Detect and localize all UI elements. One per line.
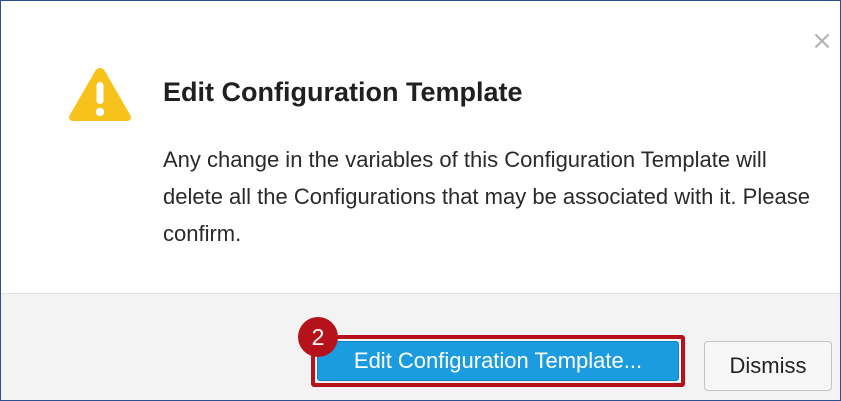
edit-configuration-template-button[interactable]: Edit Configuration Template...	[317, 341, 679, 381]
dialog-title: Edit Configuration Template	[163, 77, 523, 107]
warning-triangle-icon	[69, 68, 131, 121]
close-icon[interactable]: ×	[810, 28, 834, 54]
dialog-message: Any change in the variables of this Conf…	[163, 147, 810, 246]
step-number-badge: 2	[298, 317, 338, 357]
dismiss-button[interactable]: Dismiss	[704, 341, 832, 391]
confirmation-dialog: × Edit Configuration Template Any change…	[0, 0, 841, 401]
